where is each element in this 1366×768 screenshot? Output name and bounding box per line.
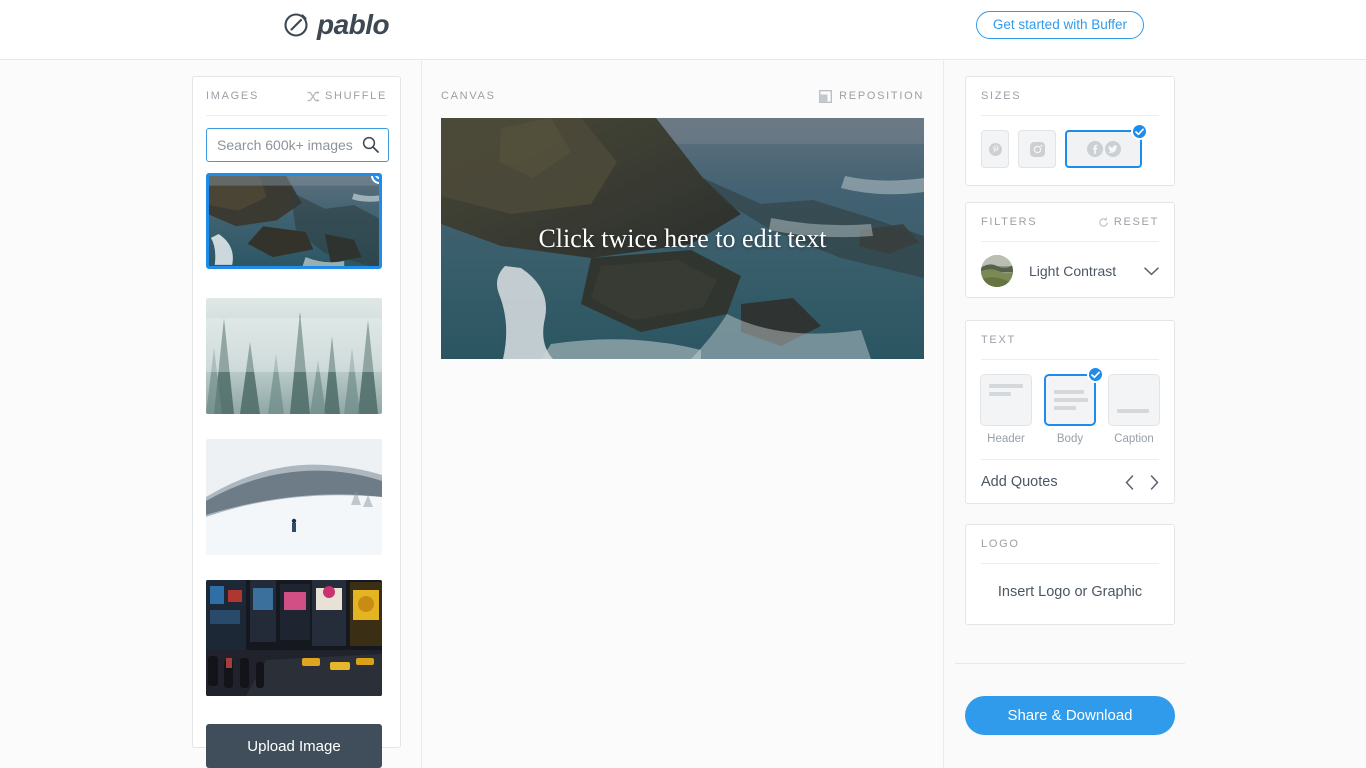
image-thumbnail-snowy-slope[interactable] [206,439,382,555]
thumbnail-image [206,580,382,696]
shuffle-button[interactable]: SHUFFLE [307,90,387,102]
size-option-instagram[interactable] [1018,130,1056,168]
preview-line [989,392,1011,396]
preview-line [1054,390,1084,394]
search-icon[interactable] [362,136,379,153]
text-option-label: Header [987,433,1025,445]
thumbnail-image [206,439,382,555]
reposition-button[interactable]: REPOSITION [819,89,924,103]
size-option-pinterest[interactable] [981,130,1009,168]
text-option-label: Body [1056,433,1084,445]
upload-image-button[interactable]: Upload Image [206,724,382,768]
size-option-facebook-twitter[interactable] [1065,123,1148,168]
text-option-header[interactable]: Header [980,374,1032,445]
canvas-stage[interactable]: Click twice here to edit text [441,118,924,359]
reset-icon [1099,217,1108,227]
text-option-caption[interactable]: Caption [1108,374,1160,445]
add-quotes-row: Add Quotes [981,459,1159,490]
images-panel: IMAGES SHUFFLE Search 600k+ images Uploa… [192,76,401,768]
size-options [981,123,1159,168]
reset-label: RESET [1113,216,1159,228]
chevron-right-icon[interactable] [1150,474,1159,490]
reposition-label: REPOSITION [839,90,924,102]
text-option-label: Caption [1114,433,1154,445]
logo-panel: LOGO Insert Logo or Graphic [965,524,1175,625]
text-panel: TEXT Header Body Caption Add Quotes [965,320,1175,504]
selected-filter-label: Light Contrast [1029,263,1117,279]
brand-name: pablo [317,9,390,40]
filter-preview-thumbnail [981,255,1013,287]
filters-panel-title: FILTERS [981,216,1038,228]
text-option-header-preview [980,374,1032,426]
pablo-app: pablo Get started with Buffer IMAGES SHU… [0,0,1366,768]
preview-line [1054,398,1088,402]
filters-panel-header: FILTERS RESET [981,203,1159,242]
insert-logo-button[interactable]: Insert Logo or Graphic [981,564,1159,620]
get-started-with-buffer-button[interactable]: Get started with Buffer [975,11,1144,39]
text-panel-title: TEXT [981,334,1016,346]
share-and-download-button[interactable]: Share & Download [965,696,1175,735]
left-column-divider [421,61,422,768]
text-style-options: Header Body Caption [980,366,1160,445]
images-panel-header: IMAGES SHUFFLE [206,77,387,116]
preview-line [989,384,1023,388]
text-panel-header: TEXT [981,321,1159,360]
canvas-title: CANVAS [441,90,496,102]
add-quotes-label[interactable]: Add Quotes [981,474,1058,490]
quotes-navigation [1125,474,1159,490]
footer-divider [955,663,1185,664]
selected-check-badge [1131,123,1148,140]
canvas-header: CANVAS REPOSITION [441,86,924,106]
pablo-circle-slash-icon [284,13,308,37]
image-thumbnail-list [206,173,387,696]
sizes-panel: SIZES [965,76,1175,186]
text-option-body-preview [1044,374,1096,426]
pinterest-icon [988,142,1002,156]
brand-logo[interactable]: pablo [283,9,390,40]
selected-check-badge [1087,366,1104,383]
preview-line [1117,409,1149,413]
filter-selector[interactable]: Light Contrast [981,255,1159,287]
logo-panel-header: LOGO [981,525,1159,564]
shuffle-icon [307,90,320,102]
reposition-icon [819,89,833,103]
images-panel-title: IMAGES [206,90,259,102]
canvas-overlay-text[interactable]: Click twice here to edit text [441,118,924,359]
text-option-caption-preview [1108,374,1160,426]
text-option-body[interactable]: Body [1044,366,1104,445]
filters-panel: FILTERS RESET Light Contrast [965,202,1175,298]
logo-panel-title: LOGO [981,538,1020,550]
image-thumbnail-misty-forest[interactable] [206,298,382,414]
facebook-twitter-icon [1086,141,1121,157]
app-header: pablo Get started with Buffer [0,0,1366,60]
filter-thumbnail-image [981,255,1013,287]
search-field-wrapper [206,128,389,162]
shuffle-label: SHUFFLE [324,90,387,102]
sizes-panel-header: SIZES [981,77,1159,116]
sizes-panel-title: SIZES [981,90,1022,102]
preview-line [1054,406,1076,410]
chevron-down-icon[interactable] [1144,266,1159,276]
thumbnail-image [209,176,379,266]
image-thumbnail-night-city[interactable] [206,580,382,696]
instagram-icon [1029,141,1045,157]
image-thumbnail-coastal-cliffs[interactable] [206,173,382,269]
thumbnail-image [206,298,382,414]
chevron-left-icon[interactable] [1125,474,1134,490]
reset-filters-button[interactable]: RESET [1098,216,1159,228]
